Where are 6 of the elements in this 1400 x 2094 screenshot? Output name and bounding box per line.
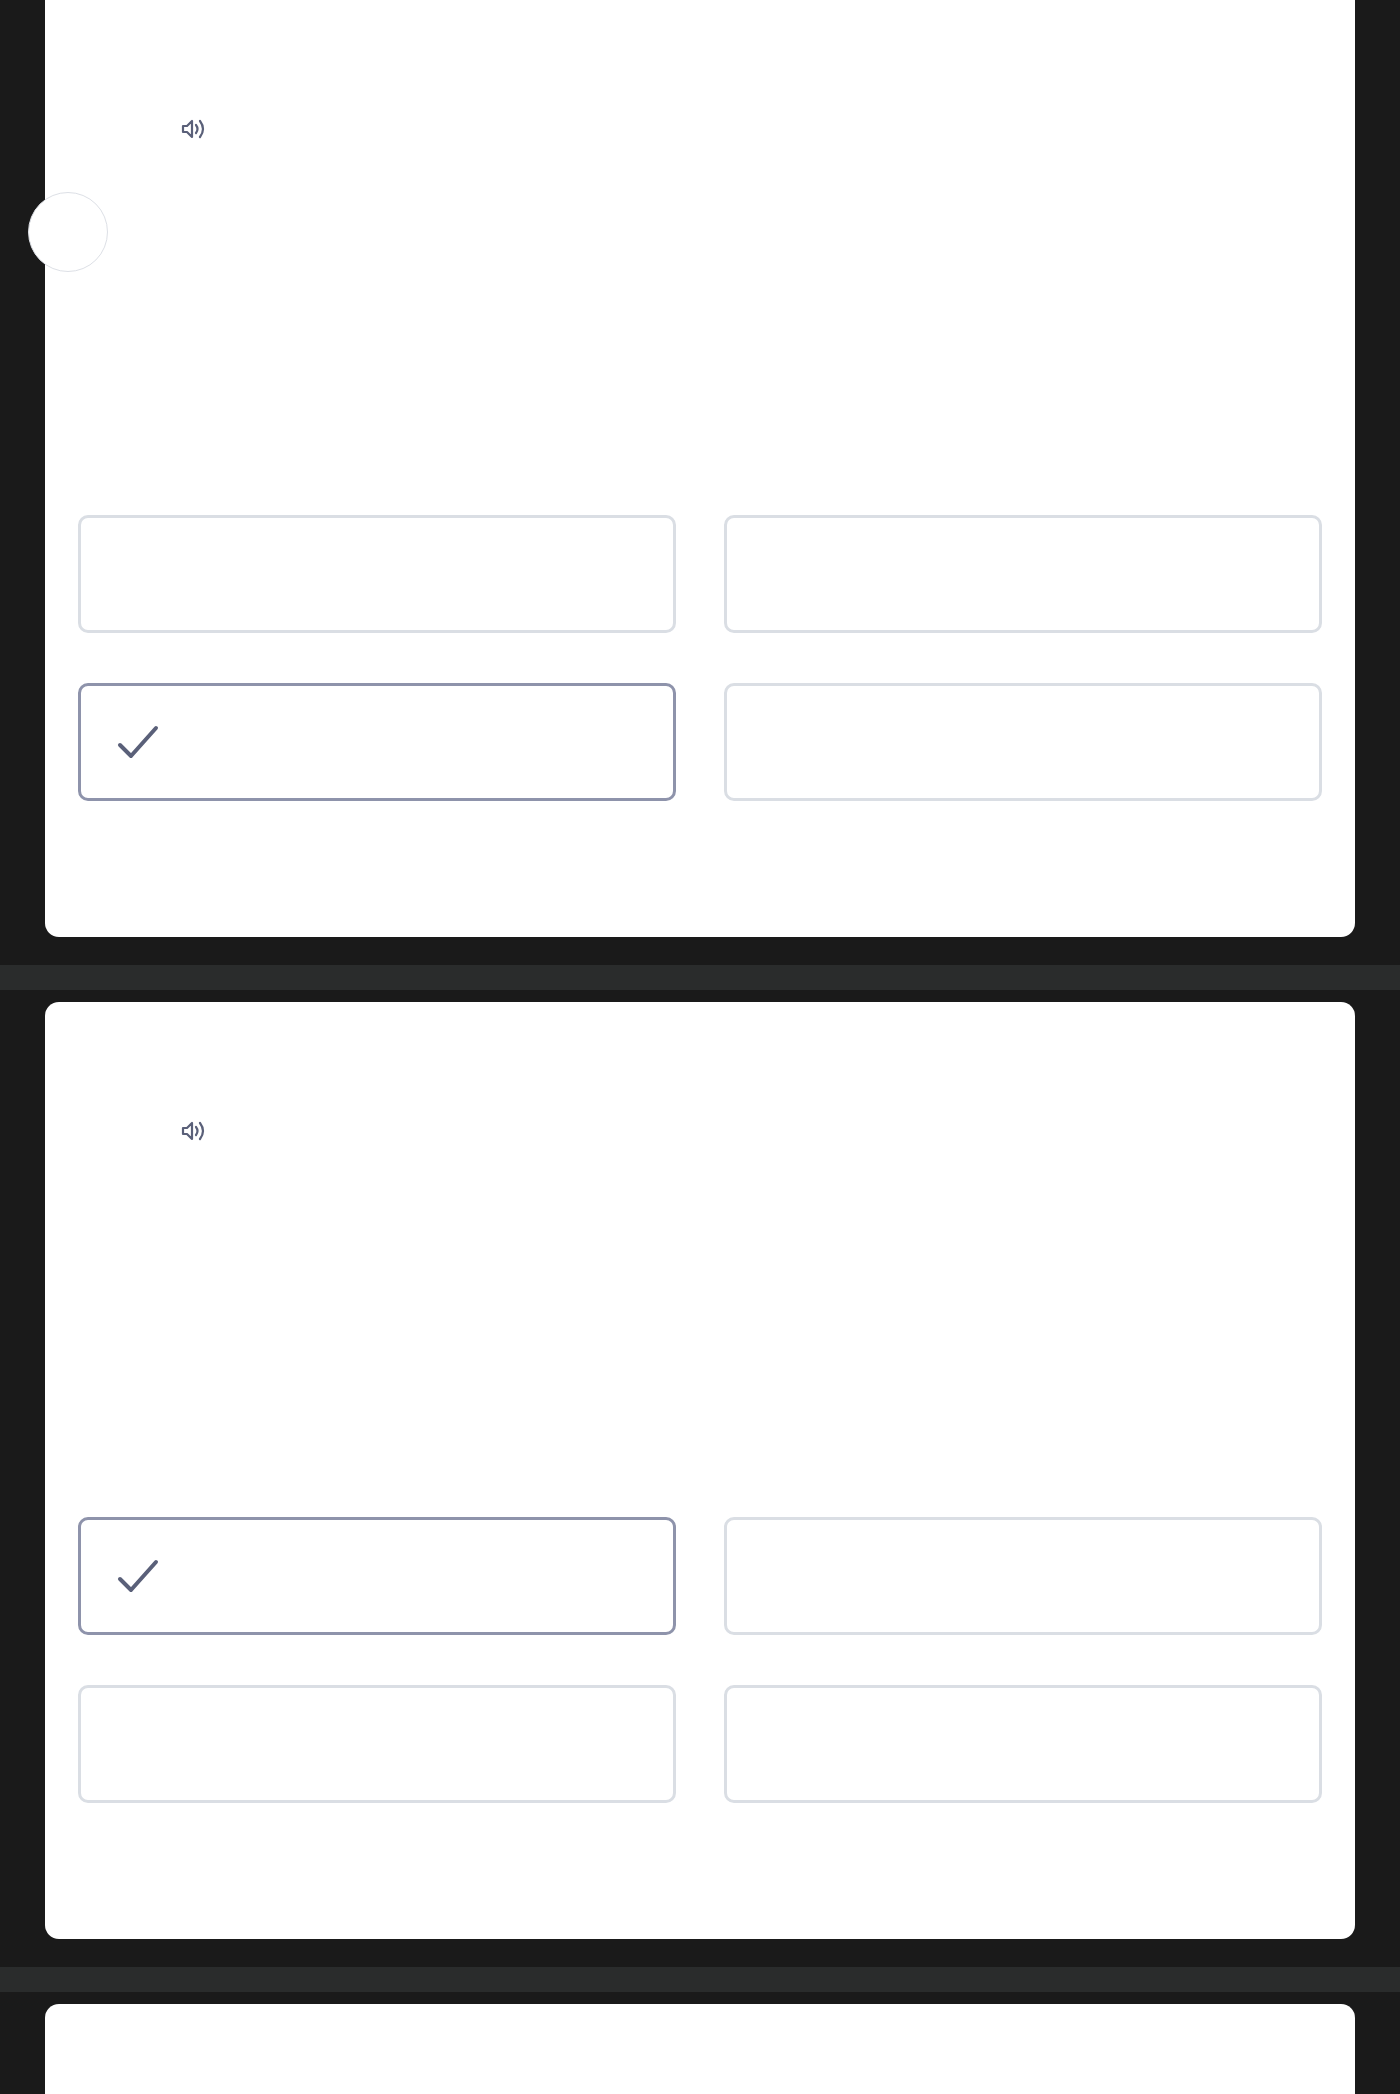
speaker-icon[interactable] — [181, 1120, 207, 1142]
checkmark-icon — [117, 1559, 159, 1593]
speaker-icon[interactable] — [181, 118, 207, 140]
checkmark-icon — [117, 725, 159, 759]
answer-option[interactable] — [78, 1517, 676, 1635]
answer-option[interactable] — [78, 683, 676, 801]
